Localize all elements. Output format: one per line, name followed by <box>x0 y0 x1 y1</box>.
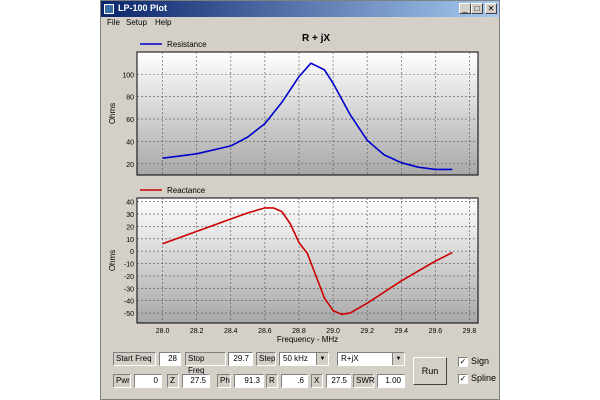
y-tick-label: -30 <box>124 286 134 293</box>
plots-svg: R + jX 20406080100OhmsResistance 4030201… <box>108 33 479 344</box>
x-value: 27.5 <box>326 374 351 388</box>
pwr-label: Pwr <box>113 374 131 388</box>
menu-help[interactable]: Help <box>155 18 171 27</box>
x-tick-label: 28.0 <box>156 328 170 335</box>
minimize-button[interactable]: _ <box>459 3 471 14</box>
app-window: LP-100 Plot _ □ ✕ File Setup Help R + jX… <box>100 0 500 400</box>
menu-bar: File Setup Help <box>101 17 499 29</box>
r-value: .6 <box>281 374 308 388</box>
y-tick-label: -50 <box>124 311 134 318</box>
y-tick-label: 10 <box>126 237 134 244</box>
close-button[interactable]: ✕ <box>485 3 497 14</box>
plot-area: R + jX 20 40 60 80 100 Ohms Resistance 40 30 20 1… <box>101 29 499 354</box>
y-tick-label: 100 <box>122 72 134 79</box>
start-freq-input[interactable]: 28 <box>159 352 181 366</box>
legend-label: Resistance <box>167 40 207 49</box>
r-label: R <box>266 374 278 388</box>
mode-value: R+jX <box>341 354 359 363</box>
menu-setup[interactable]: Setup <box>126 18 147 27</box>
run-button[interactable]: Run <box>413 357 447 385</box>
mode-dropdown[interactable]: R+jX ▼ <box>337 352 405 366</box>
reactance-chart: 40 30 20 10 0 -10 -20 -30 -40 -50 Ohms Reactance 28.… <box>108 186 479 344</box>
y-tick-label: 0 <box>130 249 134 256</box>
x-tick-label: 28.2 <box>190 328 204 335</box>
chart-title: R + jX <box>302 33 330 44</box>
step-label: Step <box>256 352 276 366</box>
y-axis-label: Ohms <box>108 103 117 124</box>
ph-value: 91.3 <box>234 374 264 388</box>
swr-label: SWR <box>353 374 375 388</box>
x-axis-label: Frequency - MHz <box>277 335 338 344</box>
title-bar[interactable]: LP-100 Plot _ □ ✕ <box>101 1 499 17</box>
chevron-down-icon[interactable]: ▼ <box>392 353 404 365</box>
y-tick-label: 40 <box>126 200 134 207</box>
ph-label: Ph <box>217 374 231 388</box>
stop-freq-input[interactable]: 29.7 <box>228 352 253 366</box>
y-tick-label: 40 <box>126 139 134 146</box>
sign-checkbox[interactable]: ✓ <box>458 357 468 367</box>
app-icon <box>104 4 114 14</box>
resistance-chart: 20 40 60 80 100 Ohms Resistance <box>108 40 479 176</box>
y-tick-label: -10 <box>124 262 134 269</box>
start-freq-label: Start Freq <box>113 352 156 366</box>
sign-label: Sign <box>471 356 490 366</box>
plot-frame <box>136 51 479 176</box>
x-tick-label: 29.0 <box>326 328 340 335</box>
y-tick-label: 60 <box>126 117 134 124</box>
y-tick-label: 20 <box>126 162 134 169</box>
maximize-button[interactable]: □ <box>471 3 483 14</box>
y-tick-label: -40 <box>124 299 134 306</box>
z-label: Z <box>167 374 179 388</box>
z-value: 27.5 <box>182 374 210 388</box>
x-label: X <box>311 374 323 388</box>
spline-label: Spline <box>471 373 497 383</box>
spline-checkbox[interactable]: ✓ <box>458 374 468 384</box>
x-tick-label: 29.4 <box>394 328 408 335</box>
legend-label: Reactance <box>167 186 206 195</box>
pwr-value: 0 <box>134 374 162 388</box>
y-tick-label: -20 <box>124 274 134 281</box>
x-tick-label: 28.8 <box>292 328 306 335</box>
x-tick-label: 29.8 <box>463 328 477 335</box>
plot-frame <box>136 197 479 324</box>
y-tick-label: 30 <box>126 212 134 219</box>
x-tick-label: 28.4 <box>224 328 238 335</box>
stop-freq-label: Stop Freq <box>185 352 226 375</box>
step-value: 50 kHz <box>283 354 308 363</box>
x-tick-label: 29.6 <box>429 328 443 335</box>
step-dropdown[interactable]: 50 kHz ▼ <box>279 352 329 366</box>
window-title: LP-100 Plot <box>118 3 168 13</box>
y-tick-label: 20 <box>126 224 134 231</box>
x-tick-label: 29.2 <box>360 328 374 335</box>
x-tick-label: 28.6 <box>258 328 272 335</box>
swr-value: 1.00 <box>377 374 405 388</box>
y-axis-label: Ohms <box>108 250 117 271</box>
chevron-down-icon[interactable]: ▼ <box>316 353 328 365</box>
y-tick-label: 80 <box>126 95 134 102</box>
menu-file[interactable]: File <box>107 18 120 27</box>
